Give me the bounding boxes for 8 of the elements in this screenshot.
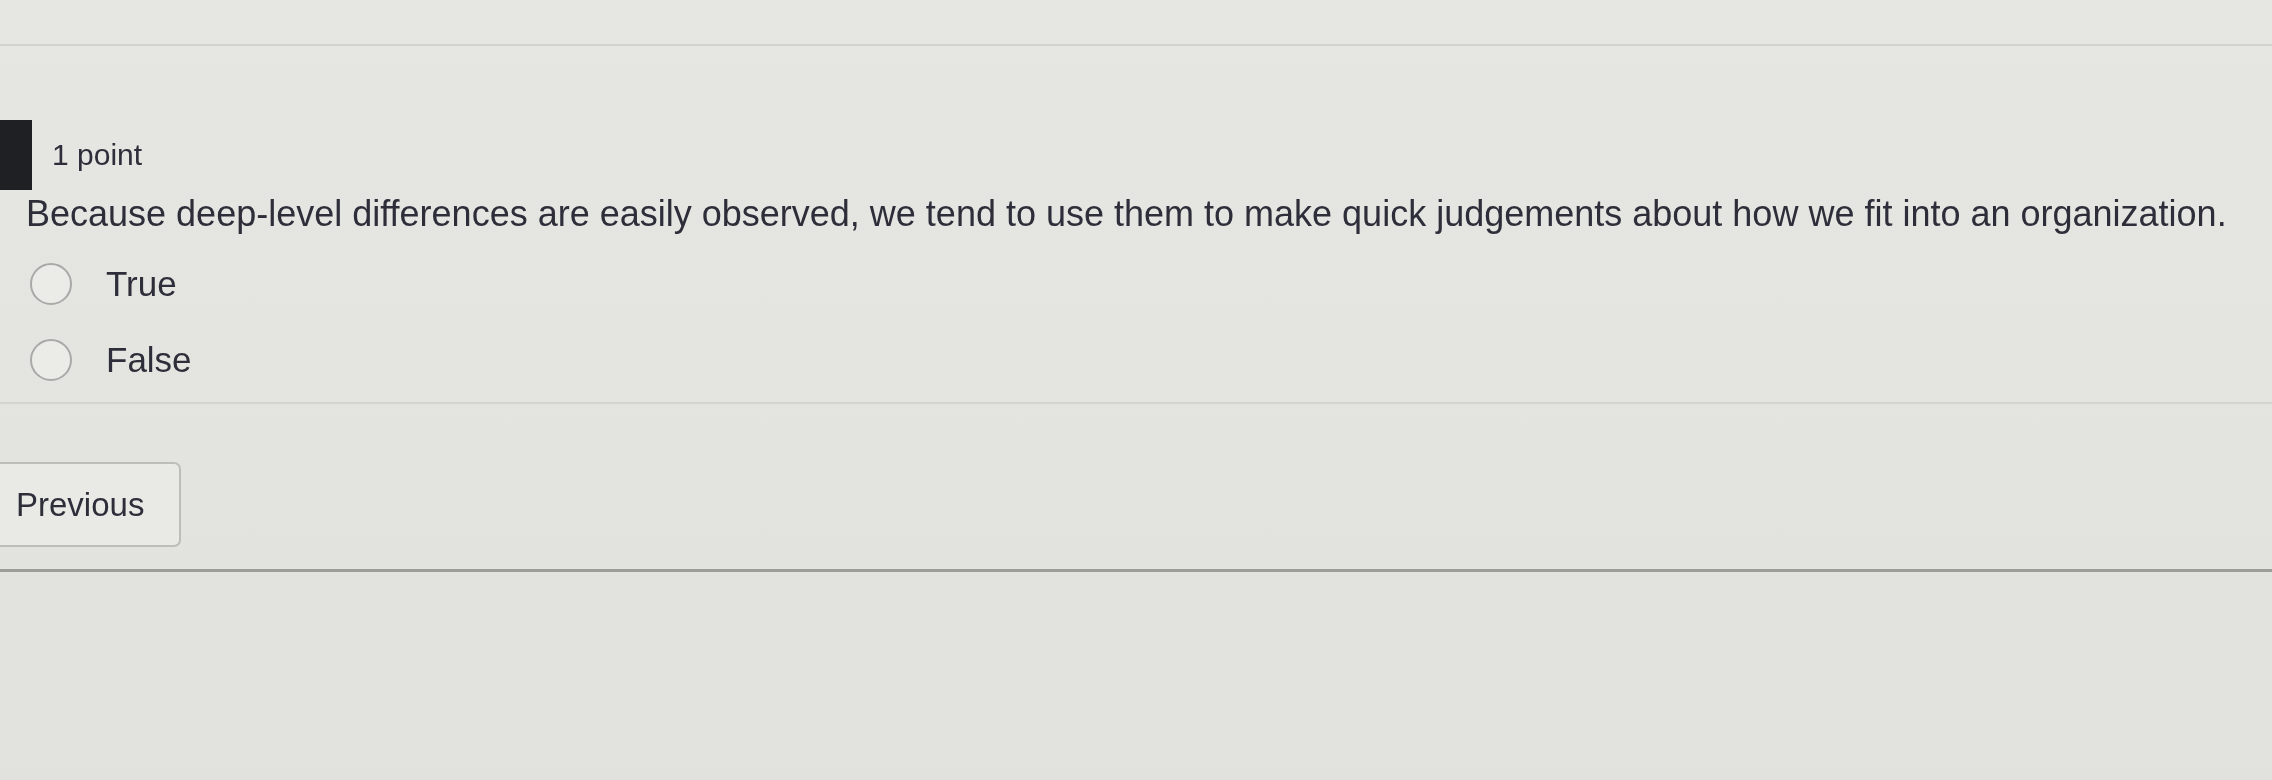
question-text: Because deep-level differences are easily observed, we tend to use them to make quick judgements about how we fit into an organization. xyxy=(26,192,2227,236)
option-label[interactable]: False xyxy=(106,339,192,381)
points-label: 1 point xyxy=(52,137,143,173)
question-marker-icon xyxy=(0,120,32,190)
option-label[interactable]: True xyxy=(106,263,177,305)
radio-button[interactable] xyxy=(30,263,72,305)
previous-button[interactable]: Previous xyxy=(0,462,181,547)
radio-button[interactable] xyxy=(30,339,72,381)
